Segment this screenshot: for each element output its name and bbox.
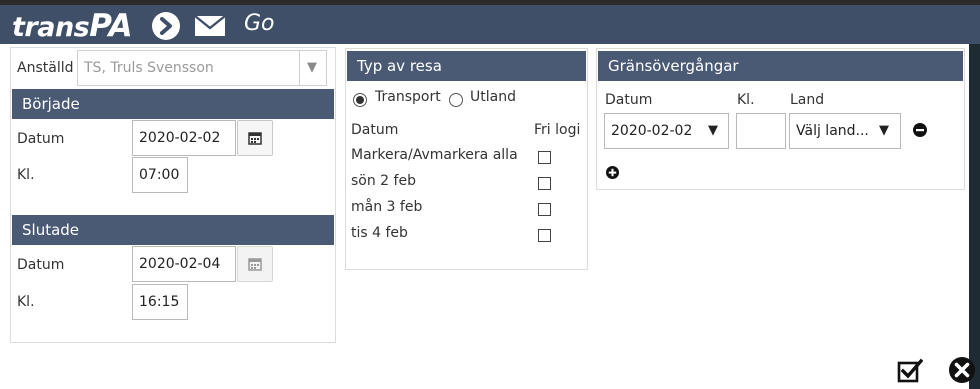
started-time-input[interactable]: 07:00 (132, 157, 188, 193)
ended-date-input[interactable]: 2020-02-04 (132, 246, 236, 282)
chevron-down-icon: ▼ (879, 123, 889, 138)
started-calendar-button[interactable] (237, 120, 273, 156)
radio-transport-label: Transport (375, 89, 441, 105)
select-divider (299, 51, 300, 85)
trip-row-label: sön 2 feb (351, 173, 416, 189)
trip-row-checkbox[interactable] (538, 177, 551, 190)
logo-pa: PA (89, 8, 133, 44)
border-time-input[interactable] (736, 113, 786, 149)
window-edge (969, 44, 980, 389)
trip-type-header: Typ av resa (347, 51, 586, 81)
employee-value: TS, Truls Svensson (84, 60, 214, 76)
ended-header: Slutade (12, 215, 334, 245)
top-bar: transPA Go (0, 0, 980, 44)
employee-label: Anställd (17, 60, 74, 76)
border-crossings-header: Gränsövergångar (598, 51, 963, 81)
app-logo: transPA (12, 8, 133, 44)
ended-time-input[interactable]: 16:15 (132, 284, 188, 320)
ended-calendar-button[interactable] (237, 246, 273, 282)
border-country-value: Välj land... (796, 123, 869, 139)
trip-free-lodging-header: Fri logi (534, 122, 581, 138)
remove-row-icon[interactable] (913, 123, 927, 137)
calendar-icon (248, 258, 262, 271)
trip-row-checkbox[interactable] (538, 151, 551, 164)
radio-abroad-label: Utland (470, 89, 516, 105)
trip-date-header: Datum (351, 122, 399, 138)
trip-row-checkbox[interactable] (538, 229, 551, 242)
logo-trans: trans (12, 12, 90, 43)
border-country-header: Land (790, 92, 825, 108)
border-time-header: Kl. (737, 92, 755, 108)
trip-row-label: tis 4 feb (351, 225, 408, 241)
radio-abroad[interactable] (449, 93, 463, 107)
started-date-value: 2020-02-02 (139, 130, 221, 146)
close-icon[interactable] (948, 356, 976, 384)
employee-select[interactable]: TS, Truls Svensson ▼ (77, 50, 327, 86)
go-link[interactable]: Go (244, 11, 275, 36)
trip-row-label: Markera/Avmarkera alla (351, 147, 518, 163)
trip-row-checkbox[interactable] (538, 203, 551, 216)
calendar-icon (248, 132, 262, 145)
ended-date-value: 2020-02-04 (139, 256, 221, 272)
started-date-label: Datum (17, 131, 65, 147)
border-date-value: 2020-02-02 (611, 123, 693, 139)
forward-arrow-icon[interactable] (152, 12, 180, 40)
mail-icon[interactable] (194, 15, 226, 37)
started-time-label: Kl. (17, 167, 35, 183)
border-date-select[interactable]: 2020-02-02 ▼ (604, 113, 729, 149)
ended-time-label: Kl. (17, 294, 35, 310)
add-row-icon[interactable] (606, 166, 619, 179)
confirm-icon[interactable] (897, 357, 923, 383)
chevron-down-icon: ▼ (708, 123, 718, 138)
ended-date-label: Datum (17, 257, 65, 273)
ended-time-value: 16:15 (139, 294, 180, 310)
border-country-select[interactable]: Välj land... ▼ (789, 113, 901, 149)
started-header: Började (12, 89, 334, 119)
trip-row-label: mån 3 feb (351, 199, 423, 215)
started-time-value: 07:00 (139, 167, 180, 183)
chevron-down-icon: ▼ (307, 60, 317, 75)
radio-transport[interactable] (353, 93, 367, 107)
border-date-header: Datum (605, 92, 653, 108)
started-date-input[interactable]: 2020-02-02 (132, 120, 236, 156)
